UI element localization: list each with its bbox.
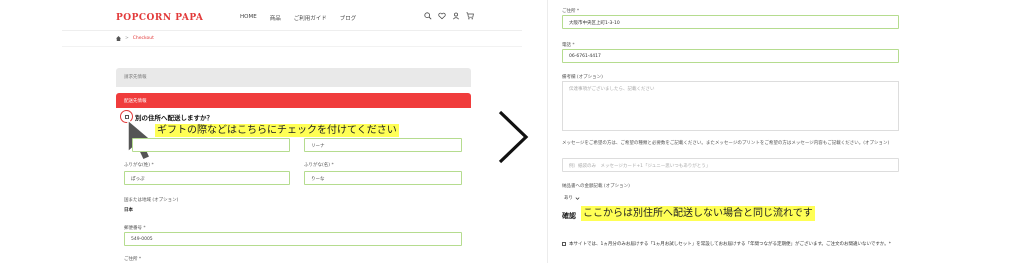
notes-textarea[interactable]: 伝達事項がございましたら、記載ください xyxy=(562,81,899,131)
last-kana-label: ふりがな(姓) * xyxy=(124,163,154,168)
breadcrumb-separator: > xyxy=(125,36,129,41)
gift-callout: ギフトの際などはこちらにチェックを付けてください xyxy=(155,124,399,137)
heart-icon[interactable] xyxy=(438,12,446,20)
message-field[interactable]: 例）紙袋のみ メッセージカード+1「ジュニー思いつもありがとう」 xyxy=(562,158,899,172)
agree-row: 本サイトでは、1ヵ月分のみお届けする「1ヵ月お試しセット」を常設しておお届けする… xyxy=(562,240,902,250)
shipping-section-header[interactable]: 配送先情報 xyxy=(116,93,471,108)
address-field[interactable]: 大阪市中央区上町1-3-10 xyxy=(562,15,899,29)
checkout-left-screenshot: POPCORN PAPA HOME 商品 ご利用ガイド ブログ > Checko… xyxy=(0,0,522,263)
nav-guide[interactable]: ご利用ガイド xyxy=(294,14,327,22)
first-kana-field[interactable]: りーな xyxy=(304,171,462,185)
nav-products[interactable]: 商品 xyxy=(270,14,281,22)
header-icons xyxy=(424,12,474,20)
agree-text[interactable]: 本サイトでは、1ヵ月分のみお届けする「1ヵ月お試しセット」を常設しておお届けする… xyxy=(569,240,891,250)
checkout-form: 請求先情報 配送先情報 別の住所へ配送しますか？ ギフトの際などはこちらにチェッ… xyxy=(116,68,471,263)
home-icon[interactable] xyxy=(116,36,121,41)
chevron-right-icon xyxy=(498,110,529,164)
chevron-down-icon xyxy=(575,196,580,200)
header-divider xyxy=(62,30,522,31)
checkout-right-screenshot xyxy=(547,0,919,263)
receipt-select[interactable]: あり xyxy=(562,192,582,204)
breadcrumb-divider xyxy=(62,46,522,47)
receipt-select-value: あり xyxy=(564,196,573,201)
breadcrumb-current: Checkout xyxy=(132,36,154,41)
agree-checkbox[interactable] xyxy=(562,242,566,246)
address-label-right: ご住所 * xyxy=(562,9,580,14)
notes-label: 備考欄 (オプション) xyxy=(562,75,603,80)
receipt-label: 納品書への金額記載 (オプション) xyxy=(562,184,630,189)
address-label: ご住所 * xyxy=(124,257,142,262)
phone-label: 電話 * xyxy=(562,43,575,48)
postal-label: 郵便番号 * xyxy=(124,226,146,231)
first-name-field[interactable]: リーナ xyxy=(304,138,462,152)
site-logo[interactable]: POPCORN PAPA xyxy=(116,13,203,23)
nav-blog[interactable]: ブログ xyxy=(340,14,357,22)
billing-section-header[interactable]: 請求先情報 xyxy=(116,68,471,87)
country-value: 日本 xyxy=(124,208,133,213)
flow-callout: ここからは別住所へ配送しない場合と同じ流れです xyxy=(581,206,815,221)
cart-icon[interactable] xyxy=(466,12,474,20)
message-label: メッセージをご希望の方は、ご希望の種類と必要数をご記載ください。またメッセージの… xyxy=(562,141,890,146)
phone-field[interactable]: 06-6761-4417 xyxy=(562,49,899,63)
last-name-field[interactable] xyxy=(132,138,290,152)
last-kana-field[interactable]: ぽっぷ xyxy=(124,171,290,185)
postal-field[interactable]: 549-0005 xyxy=(124,232,462,246)
search-icon[interactable] xyxy=(424,12,432,20)
country-label: 国または地域 (オプション) xyxy=(124,198,179,203)
nav-home[interactable]: HOME xyxy=(240,14,257,22)
main-nav: HOME 商品 ご利用ガイド ブログ xyxy=(240,14,356,22)
confirm-heading: 確認 xyxy=(562,212,576,220)
user-icon[interactable] xyxy=(452,12,460,20)
breadcrumb: > Checkout xyxy=(116,36,154,41)
first-kana-label: ふりがな(名) * xyxy=(304,163,334,168)
